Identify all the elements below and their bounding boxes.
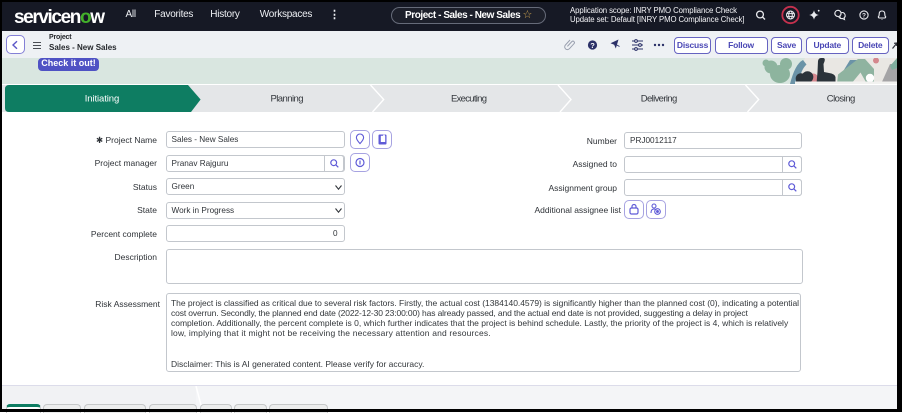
svg-text:Delivering: Delivering (641, 94, 678, 105)
svg-text:Executing: Executing (451, 94, 487, 105)
svg-text:servicenow: servicenow (14, 7, 105, 28)
svg-text:Initiating: Initiating (85, 94, 120, 105)
svg-text:Closing: Closing (827, 94, 856, 105)
svg-text:Planning: Planning (271, 94, 304, 105)
svg-text:?: ? (862, 13, 866, 20)
svg-text:?: ? (590, 41, 595, 50)
